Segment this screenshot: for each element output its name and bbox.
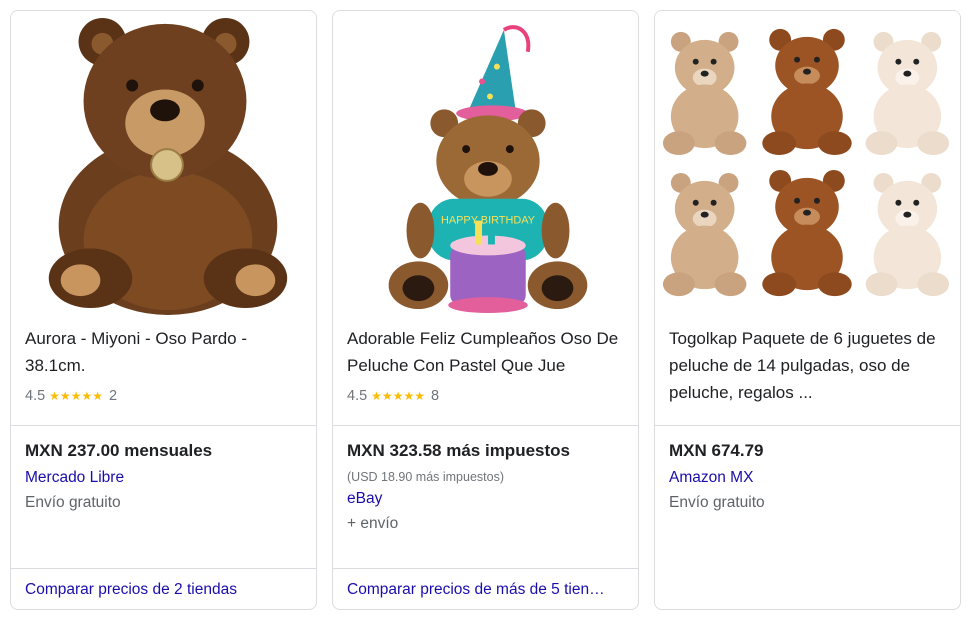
shipping-info: Envío gratuito: [25, 494, 121, 511]
six-teddy-bears-icon: [655, 11, 960, 317]
rating-value: 4.5: [25, 388, 46, 404]
compare-prices-link[interactable]: Comparar precios de 2 tiendas: [25, 581, 302, 599]
divider: [333, 568, 638, 569]
star-rating-icon: ★★★★★: [371, 389, 425, 403]
product-price: MXN 674.79: [669, 441, 764, 460]
brown-bear-plush-icon: [11, 11, 316, 317]
product-rating: 4.5 ★★★★★ 2: [25, 388, 117, 404]
divider: [11, 568, 316, 569]
rating-value: 4.5: [347, 388, 368, 404]
product-card-togolkap[interactable]: Togolkap Paquete de 6 juguetes de peluch…: [654, 10, 961, 610]
compare-prices-link[interactable]: Comparar precios de más de 5 tien…: [347, 581, 624, 599]
shipping-info: + envío: [347, 515, 399, 532]
review-count: 2: [108, 388, 118, 404]
product-price: MXN 237.00 mensuales: [25, 441, 213, 460]
star-rating-icon: ★★★★★: [49, 389, 103, 403]
product-rating: 4.5 ★★★★★ 8: [347, 388, 439, 404]
product-title[interactable]: Aurora - Miyoni - Oso Pardo - 38.1cm.: [25, 325, 302, 379]
birthday-bear-plush-icon: HAPPY BIRTHDAY: [333, 11, 638, 317]
review-count: 8: [430, 388, 440, 404]
product-price: MXN 323.58 más impuestos: [347, 441, 570, 460]
divider: [333, 425, 638, 426]
product-card-birthday-bear[interactable]: HAPPY BIRTHDAY Adorable Feliz Cumpleaños…: [332, 10, 639, 610]
store-link[interactable]: Mercado Libre: [25, 469, 124, 487]
divider: [655, 425, 960, 426]
product-image[interactable]: [11, 11, 316, 317]
divider: [11, 425, 316, 426]
store-link[interactable]: Amazon MX: [669, 469, 753, 487]
shipping-info: Envío gratuito: [669, 494, 765, 511]
secondary-price: (USD 18.90 más impuestos): [347, 470, 505, 484]
product-card-aurora-miyoni[interactable]: Aurora - Miyoni - Oso Pardo - 38.1cm. 4.…: [10, 10, 317, 610]
product-title[interactable]: Togolkap Paquete de 6 juguetes de peluch…: [669, 325, 946, 406]
product-image[interactable]: [655, 11, 960, 317]
product-title[interactable]: Adorable Feliz Cumpleaños Oso De Peluche…: [347, 325, 624, 379]
store-link[interactable]: eBay: [347, 490, 382, 508]
product-image[interactable]: HAPPY BIRTHDAY: [333, 11, 638, 317]
